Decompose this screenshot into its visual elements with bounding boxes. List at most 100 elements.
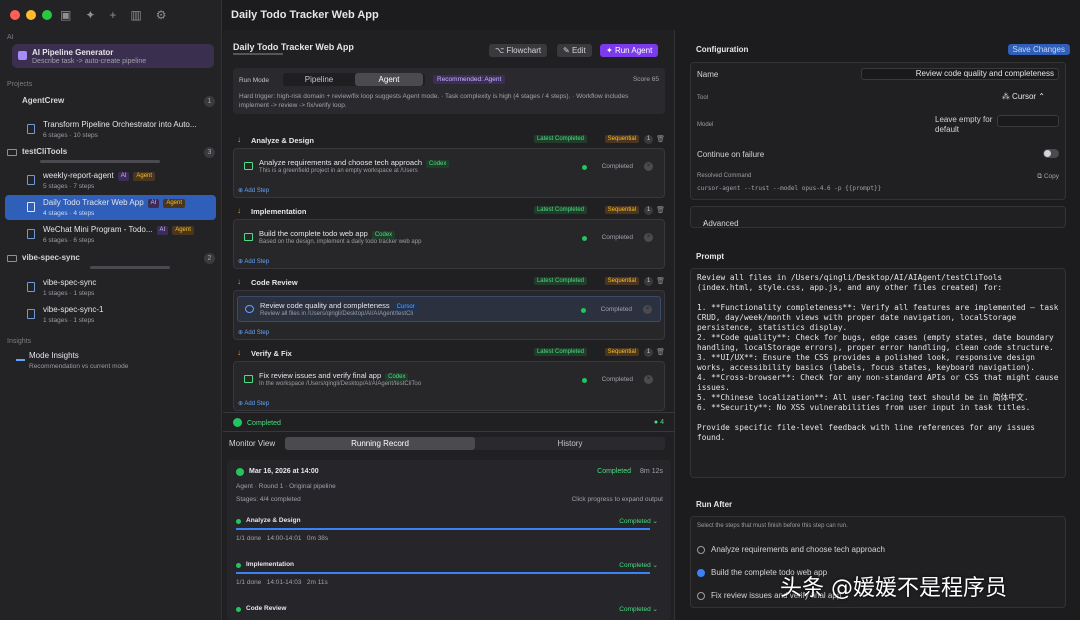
ai-tag: AI: [147, 199, 160, 208]
close-icon[interactable]: ×: [644, 233, 653, 242]
minimize-window-button[interactable]: [26, 10, 36, 20]
latest-completed-badge: Latest Completed: [533, 206, 587, 214]
check-circle-icon: [236, 468, 244, 476]
spinner-icon: [245, 305, 254, 313]
settings-icon[interactable]: ⚙: [156, 8, 167, 22]
configuration-heading: Configuration: [696, 45, 749, 54]
tool-select[interactable]: ⁂ Cursor ⌃: [1002, 92, 1045, 101]
sidebar-item-daily-todo-tracker[interactable]: Daily Todo Tracker Web App AI Agent 4 stag…: [5, 195, 216, 220]
run-mode-pipeline[interactable]: Pipeline: [285, 73, 353, 86]
sidebar-item-wechat-mini-program[interactable]: WeChat Mini Program - Todo... AI Agent 6 s…: [5, 222, 216, 247]
step-card-selected[interactable]: Review code quality and completeness Curs…: [237, 296, 661, 322]
ai-pipeline-generator-button[interactable]: AI Pipeline Generator Describe task -> a…: [12, 44, 214, 68]
project-name: testCliTools: [22, 147, 68, 156]
add-step-button[interactable]: ⊕ Add Step: [238, 187, 269, 194]
close-icon[interactable]: ×: [643, 305, 652, 314]
close-icon[interactable]: ×: [644, 375, 653, 384]
advanced-section[interactable]: › Advanced: [690, 206, 1066, 228]
model-input[interactable]: [997, 115, 1059, 127]
pencil-icon: ✎: [563, 46, 572, 55]
run-mode-agent[interactable]: Agent: [355, 73, 423, 86]
toolbar: ▣ ✦ + ▥ ⚙: [60, 8, 167, 22]
prompt-editor[interactable]: Review all files in /Users/qingli/Deskto…: [690, 268, 1066, 478]
sidebar-item-vibe-spec-sync-1[interactable]: vibe-spec-sync-1 1 stages · 1 steps: [5, 302, 216, 327]
stage-header[interactable]: ↓ Code Review Latest Completed Sequentia…: [237, 277, 665, 288]
sidebar-item-transform-pipeline[interactable]: Transform Pipeline Orchestrator into Aut…: [5, 117, 216, 142]
folder-icon: [7, 255, 17, 262]
dependency-label: Analyze requirements and choose tech app…: [711, 545, 885, 554]
run-stages: Stages: 4/4 completed: [236, 496, 301, 503]
score-label: Score 65: [632, 76, 659, 83]
pipeline-title: Daily Todo Tracker Web App: [233, 42, 354, 52]
sidebar-toggle-icon[interactable]: ▣: [60, 8, 71, 22]
trash-icon[interactable]: 🗑: [656, 277, 665, 285]
flowchart-icon: ⌥: [495, 46, 507, 55]
prompt-text[interactable]: Review all files in /Users/qingli/Deskto…: [697, 273, 1061, 443]
name-input[interactable]: Review code quality and completeness: [861, 68, 1059, 80]
project-group-agentcrew[interactable]: AgentCrew 1: [7, 96, 215, 108]
project-group-testclitools[interactable]: testCliTools 3: [7, 147, 215, 159]
step-card[interactable]: Analyze requirements and choose tech app…: [237, 154, 661, 180]
expand-hint: Click progress to expand output: [571, 496, 663, 503]
item-title: vibe-spec-sync: [43, 278, 97, 287]
status-dot: [582, 236, 587, 241]
flowchart-button[interactable]: ⌥ Flowchart: [489, 44, 548, 57]
stage-count-badge: 1: [644, 206, 653, 215]
edit-button[interactable]: ✎ Edit: [557, 44, 592, 57]
tab-history[interactable]: History: [475, 437, 665, 450]
continue-on-failure-toggle[interactable]: [1043, 149, 1059, 158]
step-card[interactable]: Build the complete todo web app Codex Bas…: [237, 225, 661, 251]
zoom-window-button[interactable]: [42, 10, 52, 20]
record-stage-status: Completed ⌄: [619, 562, 658, 569]
folder-icon: [7, 149, 17, 156]
chevron-down-icon: ⌄: [652, 518, 658, 525]
step-card[interactable]: Fix review issues and verify final app Co…: [237, 367, 661, 393]
checkbox-checked[interactable]: [697, 569, 705, 577]
sidebar-item-weekly-report-agent[interactable]: weekly-report-agent AI Agent 5 stages · 7 …: [5, 168, 216, 193]
add-step-button[interactable]: ⊕ Add Step: [238, 400, 269, 407]
item-meta: 5 stages · 7 steps: [43, 183, 95, 190]
dependency-option[interactable]: Analyze requirements and choose tech app…: [697, 545, 1057, 557]
stage-header[interactable]: ↓ Verify & Fix Latest Completed Sequenti…: [237, 348, 665, 359]
checkbox[interactable]: [697, 546, 705, 554]
name-label: Name: [697, 70, 719, 79]
project-group-vibe-spec-sync[interactable]: vibe-spec-sync 2: [7, 253, 215, 265]
stage-header[interactable]: ↓ Analyze & Design Latest Completed Sequ…: [237, 135, 665, 146]
run-agent-button[interactable]: ✦ Run Agent: [600, 44, 659, 57]
divider: [223, 412, 675, 413]
stage-header[interactable]: ↓ Implementation Latest Completed Sequen…: [237, 206, 665, 217]
trash-icon[interactable]: 🗑: [656, 206, 665, 214]
trash-icon[interactable]: 🗑: [656, 135, 665, 143]
progress-bar[interactable]: [236, 528, 650, 530]
add-step-button[interactable]: ⊕ Add Step: [238, 258, 269, 265]
record-stage-info: 1/1 done 14:00-14:01 0m 38s: [236, 535, 329, 542]
sparkle-icon[interactable]: ✦: [85, 8, 95, 22]
step-description: Review all files in /Users/qingli/Deskto…: [260, 311, 414, 317]
model-label: Model: [697, 122, 714, 128]
checkbox[interactable]: [697, 592, 705, 600]
pipeline-status: Completed: [233, 418, 281, 427]
step-inspector: Configuration Save Changes Name Review c…: [676, 30, 1080, 620]
chart-icon[interactable]: ▥: [130, 8, 141, 22]
save-changes-button[interactable]: Save Changes: [1007, 44, 1070, 55]
add-step-button[interactable]: ⊕ Add Step: [238, 329, 269, 336]
project-count-badge: 3: [204, 147, 215, 158]
add-icon[interactable]: +: [109, 8, 116, 22]
chevron-down-icon: ⌄: [652, 562, 658, 569]
arrow-down-icon: ↓: [237, 277, 241, 286]
document-icon: [27, 202, 35, 212]
ai-section-label: AI: [7, 34, 14, 41]
close-icon[interactable]: ×: [644, 162, 653, 171]
spinner-icon: ⁂: [1001, 92, 1013, 101]
progress-bar[interactable]: [236, 572, 650, 574]
stage-name: Analyze & Design: [251, 136, 314, 145]
model-placeholder: Leave empty for default: [935, 115, 993, 134]
copy-button[interactable]: ⧉ Copy: [1037, 173, 1059, 181]
sequential-badge: Sequential: [604, 135, 639, 143]
run-duration: 8m 12s: [640, 468, 663, 475]
close-window-button[interactable]: [10, 10, 20, 20]
tab-running-record[interactable]: Running Record: [285, 437, 475, 450]
sidebar-item-vibe-spec-sync[interactable]: vibe-spec-sync 1 stages · 1 steps: [5, 275, 216, 300]
stage-steps: Build the complete todo web app Codex Bas…: [233, 219, 665, 269]
trash-icon[interactable]: 🗑: [656, 348, 665, 356]
